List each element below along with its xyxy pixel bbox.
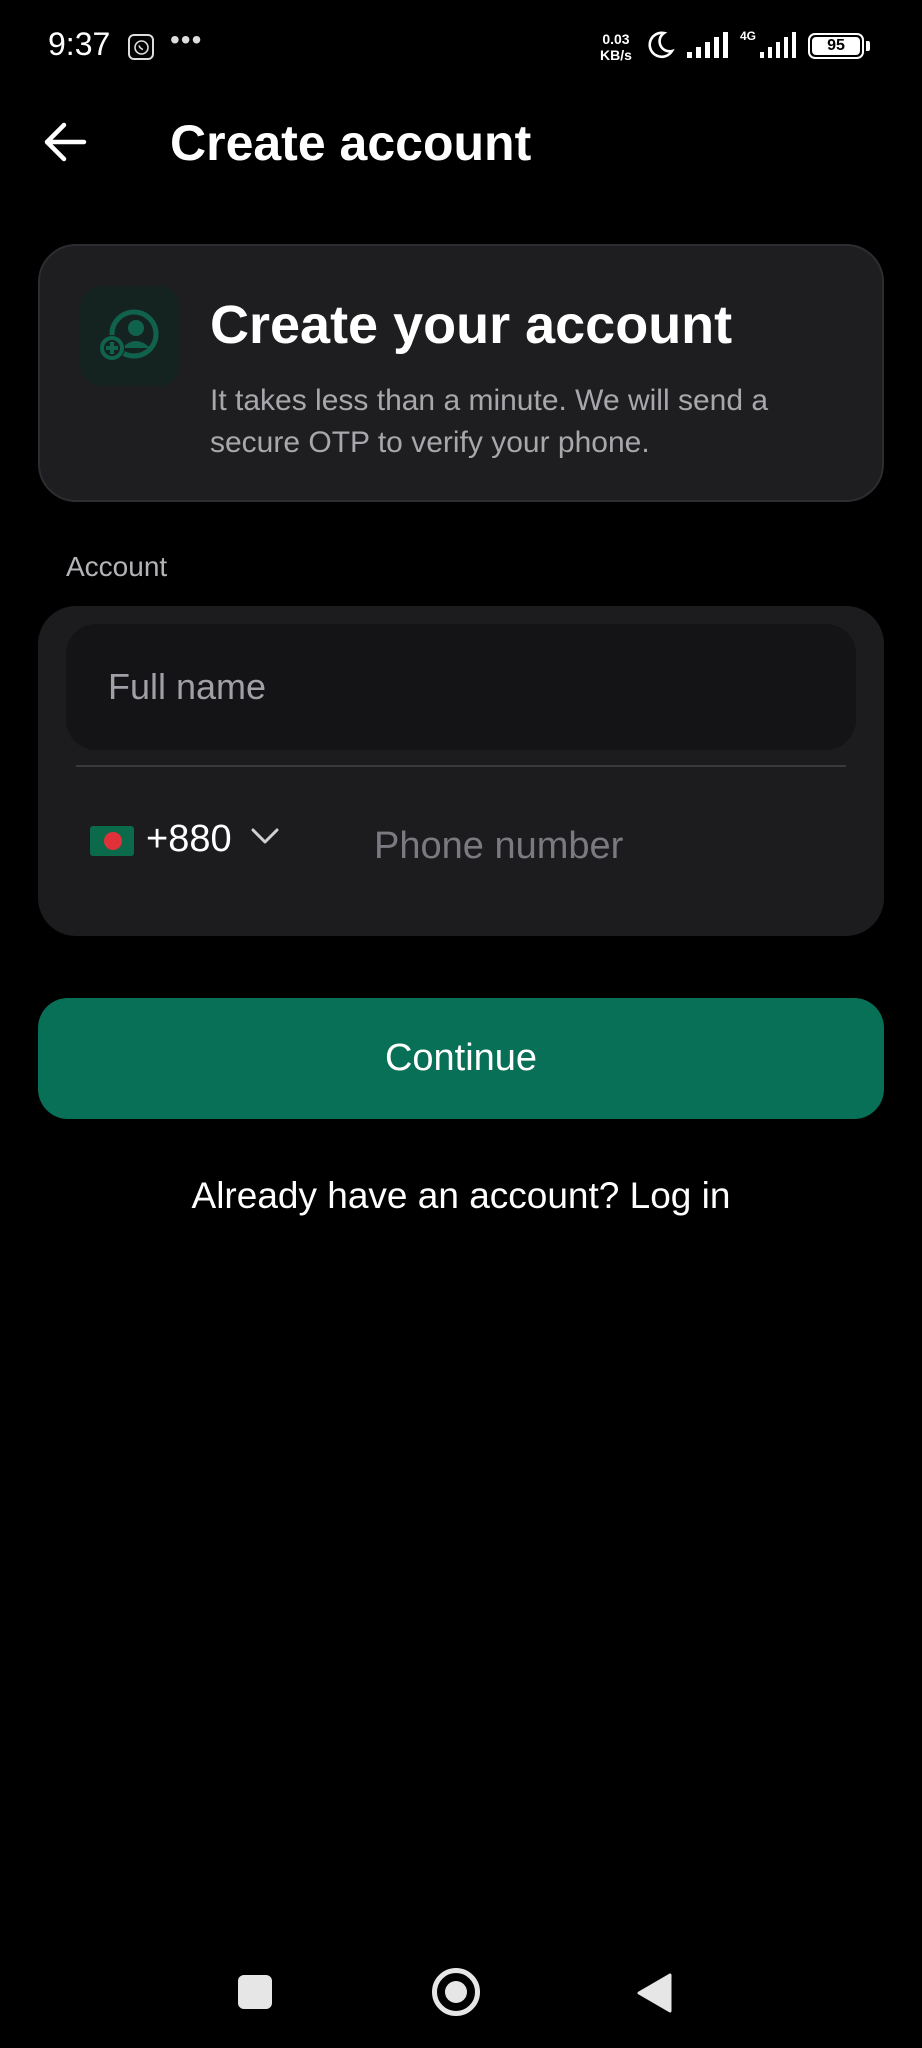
home-circle-icon[interactable] bbox=[432, 1968, 480, 2016]
chevron-down-icon bbox=[251, 828, 279, 844]
info-text: It takes less than a minute. We will sen… bbox=[210, 384, 769, 459]
info-card: Create your account It takes less than a… bbox=[38, 244, 884, 502]
country-code-selector[interactable]: +880 bbox=[88, 806, 288, 876]
network-type: 4G bbox=[740, 29, 757, 43]
status-bar: 9:37 ••• 0.03 KB/s 4G 95 bbox=[0, 0, 922, 92]
flag-dot bbox=[104, 832, 122, 850]
info-title: Create your account bbox=[210, 295, 733, 355]
battery-tip bbox=[866, 41, 870, 51]
phone-number-input[interactable] bbox=[338, 806, 858, 886]
whatsapp-icon bbox=[128, 34, 154, 60]
net-speed: 0.03 KB/s bbox=[600, 31, 632, 63]
account-form-card: +880 bbox=[38, 606, 884, 936]
status-time: 9:37 bbox=[48, 26, 111, 62]
home-dot bbox=[445, 1981, 467, 2003]
form-divider bbox=[76, 765, 846, 767]
net-speed-value: 0.03 bbox=[602, 31, 630, 47]
bangladesh-flag-icon bbox=[90, 826, 134, 856]
battery-level: 95 bbox=[827, 37, 845, 54]
back-triangle-icon[interactable] bbox=[636, 1972, 672, 2014]
signal-icon bbox=[687, 32, 728, 58]
more-dots-icon: ••• bbox=[170, 24, 203, 55]
continue-button[interactable]: Continue bbox=[38, 998, 884, 1119]
battery-icon: 95 bbox=[808, 33, 864, 59]
back-button[interactable] bbox=[36, 112, 96, 172]
add-user-icon bbox=[80, 286, 180, 386]
account-section-label: Account bbox=[66, 551, 168, 582]
login-link[interactable]: Already have an account? Log in bbox=[0, 1175, 922, 1217]
recents-square-icon[interactable] bbox=[238, 1975, 272, 2009]
net-speed-unit: KB/s bbox=[600, 47, 632, 63]
create-account-screen: 9:37 ••• 0.03 KB/s 4G 95 Create account … bbox=[0, 0, 922, 2048]
full-name-input[interactable] bbox=[66, 624, 856, 750]
arrow-left-icon bbox=[44, 122, 87, 162]
dial-code: +880 bbox=[146, 818, 232, 860]
page-title: Create account bbox=[170, 115, 532, 171]
moon-icon bbox=[648, 31, 675, 59]
signal-4g-icon bbox=[760, 32, 796, 58]
